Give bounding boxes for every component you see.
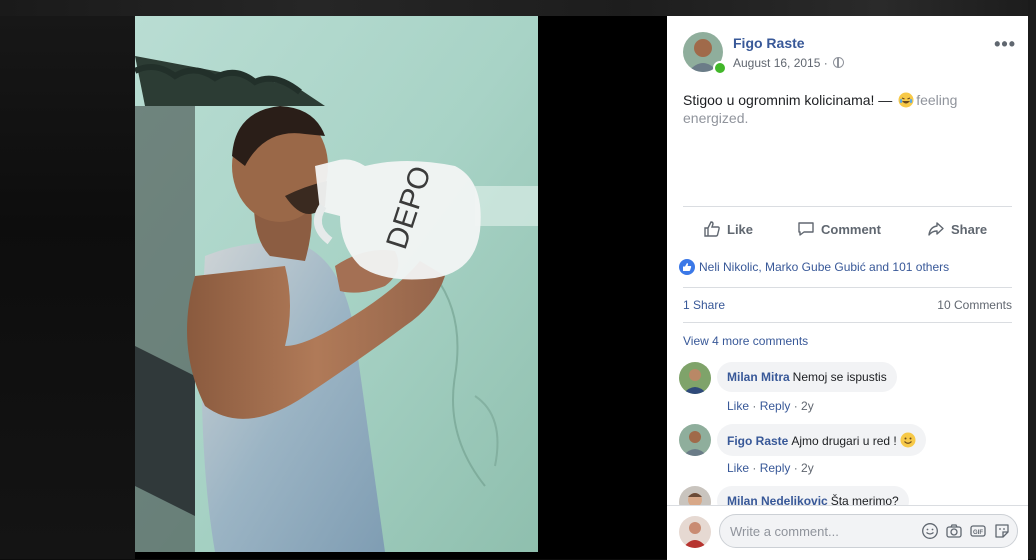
- current-user-avatar: [679, 516, 711, 548]
- svg-text:GIF: GIF: [973, 530, 983, 536]
- comment-text: Nemoj se ispustis: [792, 370, 887, 384]
- share-icon: [928, 222, 944, 236]
- share-count[interactable]: 1 Share: [683, 298, 725, 312]
- comment-icon: [798, 222, 814, 236]
- post-actions: Like Comment Share: [683, 206, 1012, 249]
- like-reaction-icon: [679, 259, 695, 275]
- comment-input[interactable]: Write a comment... GIF: [719, 514, 1018, 548]
- background-feed-left: [0, 0, 135, 559]
- comment-bubble: Milan Mitra Nemoj se ispustis: [717, 362, 897, 392]
- comment-like-link[interactable]: Like: [727, 461, 749, 475]
- commenter-avatar[interactable]: [679, 362, 711, 394]
- like-label: Like: [727, 221, 754, 237]
- comment-reply-link[interactable]: Reply: [760, 399, 791, 413]
- comment-bubble: Milan Nedelikovic Šta merimo?: [717, 486, 909, 505]
- online-status-indicator: [713, 61, 727, 75]
- comment-button[interactable]: Comment: [797, 217, 881, 241]
- comment-meta: Like · Reply · 2y: [727, 399, 814, 413]
- background-feed-top: [0, 0, 1036, 16]
- background-feed-right: [1028, 0, 1036, 559]
- commenter-name[interactable]: Figo Raste: [727, 434, 788, 448]
- post-message: Stigoo u ogromnim kolicinama! —: [683, 92, 897, 108]
- comment-reply-link[interactable]: Reply: [760, 461, 791, 475]
- comment-count[interactable]: 10 Comments: [937, 298, 1012, 312]
- commenter-avatar[interactable]: [679, 424, 711, 456]
- more-options-button[interactable]: •••: [994, 34, 1016, 55]
- sticker-icon[interactable]: [993, 522, 1011, 540]
- view-more-comments-link[interactable]: View 4 more comments: [683, 334, 808, 348]
- camera-icon[interactable]: [945, 522, 963, 540]
- smile-emoji-icon: [900, 432, 916, 448]
- commenter-avatar[interactable]: [679, 486, 711, 505]
- post-timestamp[interactable]: August 16, 2015 ·: [733, 56, 845, 70]
- globe-icon: [833, 57, 845, 68]
- comment-like-link[interactable]: Like: [727, 399, 749, 413]
- gif-icon[interactable]: GIF: [969, 522, 987, 540]
- comment-age[interactable]: 2y: [801, 461, 814, 475]
- comment-input-placeholder: Write a comment...: [730, 524, 839, 539]
- photo-stage: DEPO: [135, 16, 667, 559]
- reactions-summary[interactable]: Neli Nikolic, Marko Gube Gubić and 101 o…: [679, 256, 1012, 278]
- post-text: Stigoo u ogromnim kolicinama! — feeling …: [683, 91, 1003, 127]
- comment-label: Comment: [821, 221, 881, 237]
- share-button[interactable]: Share: [927, 217, 987, 241]
- emoji-icon[interactable]: [921, 522, 939, 540]
- post-stats-bar: 1 Share 10 Comments: [683, 287, 1012, 323]
- thumbs-up-icon: [704, 221, 720, 237]
- comment-item: Milan Nedelikovic Šta merimo?: [679, 486, 1012, 505]
- comment-composer: Write a comment... GIF: [667, 505, 1028, 560]
- comment-text: Šta merimo?: [830, 494, 899, 505]
- laughing-emoji-icon: [898, 92, 914, 108]
- post-photo[interactable]: DEPO: [135, 16, 538, 552]
- commenter-name[interactable]: Milan Mitra: [727, 370, 790, 384]
- post-side-panel: Figo Raste August 16, 2015 · ••• Stigoo …: [667, 16, 1028, 560]
- post-header: Figo Raste August 16, 2015 · •••: [683, 32, 1016, 76]
- share-label: Share: [951, 221, 988, 237]
- like-button[interactable]: Like: [703, 217, 753, 241]
- comment-age[interactable]: 2y: [801, 399, 814, 413]
- composer-icons: GIF: [921, 522, 1011, 540]
- reactions-text[interactable]: Neli Nikolic, Marko Gube Gubić and 101 o…: [699, 260, 949, 274]
- comment-text: Ajmo drugari u red !: [791, 434, 897, 448]
- comment-bubble: Figo Raste Ajmo drugari u red !: [717, 424, 927, 456]
- commenter-name[interactable]: Milan Nedelikovic: [727, 494, 828, 505]
- comment-meta: Like · Reply · 2y: [727, 461, 814, 475]
- post-author-name[interactable]: Figo Raste: [733, 35, 805, 51]
- post-date-text[interactable]: August 16, 2015 ·: [733, 56, 831, 70]
